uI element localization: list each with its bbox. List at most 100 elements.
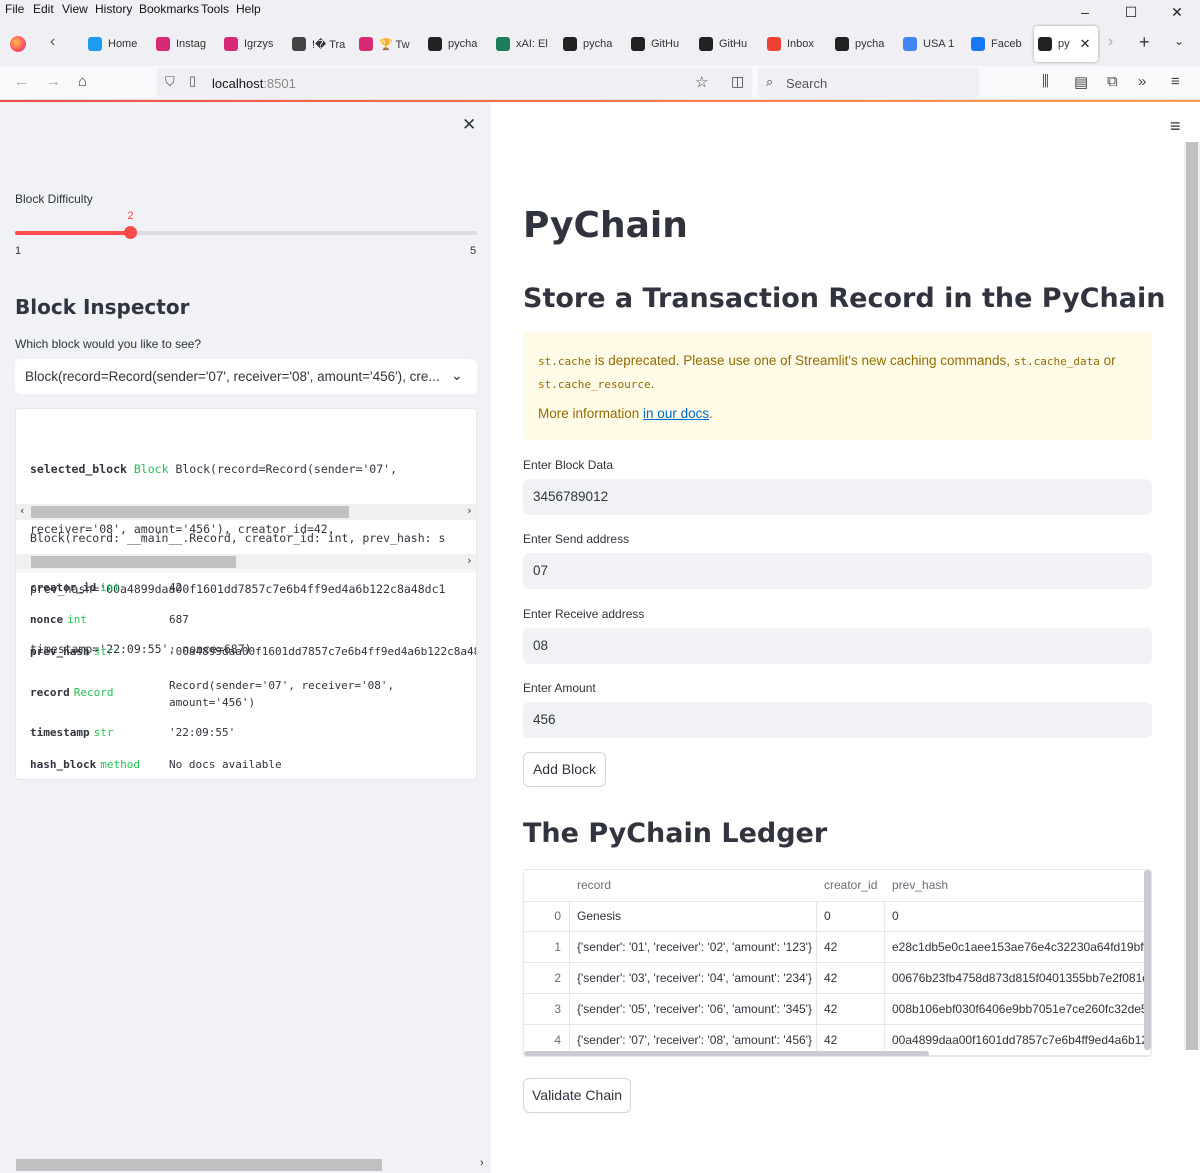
attr-value: No docs available xyxy=(169,758,282,771)
menu-bookmarks[interactable]: Bookmarks xyxy=(139,2,199,16)
tab-label: 🏆 Tw xyxy=(379,38,410,51)
record-cell[interactable]: {'sender': '01', 'receiver': '02', 'amou… xyxy=(569,932,817,963)
firefox-icon[interactable] xyxy=(10,36,26,52)
record-cell[interactable]: {'sender': '03', 'receiver': '04', 'amou… xyxy=(569,963,817,994)
send-address-input[interactable]: 07 xyxy=(523,553,1152,589)
sidebar-scrollbar[interactable]: › xyxy=(0,1157,491,1173)
extensions-icon[interactable]: ⧉ xyxy=(1107,73,1118,90)
menu-tools[interactable]: Tools xyxy=(201,2,229,16)
main-menu-icon[interactable]: ≡ xyxy=(1170,116,1181,137)
browser-tab[interactable]: Inbox xyxy=(763,26,823,62)
creator-id-cell[interactable]: 42 xyxy=(816,932,885,963)
browser-tab[interactable]: xAI: El xyxy=(492,26,552,62)
scroll-right-icon[interactable]: › xyxy=(480,1157,484,1169)
sidebar-scrollbar-thumb[interactable] xyxy=(16,1159,382,1171)
pocket-icon[interactable]: ◫ xyxy=(731,73,744,90)
add-block-button[interactable]: Add Block xyxy=(523,752,606,787)
record-cell[interactable]: {'sender': '05', 'receiver': '06', 'amou… xyxy=(569,994,817,1025)
record-cell[interactable]: Genesis xyxy=(569,901,817,932)
search-bar[interactable]: ⌕ Search xyxy=(758,68,979,98)
browser-tab[interactable]: USA 1 xyxy=(899,26,959,62)
browser-tab[interactable]: py ✕ xyxy=(1034,26,1098,62)
receive-address-input[interactable]: 08 xyxy=(523,628,1152,664)
browser-tab[interactable]: pycha xyxy=(831,26,891,62)
bookmark-star-icon[interactable]: ☆ xyxy=(695,73,708,91)
repr-scrollbar-thumb[interactable] xyxy=(31,506,349,518)
page-subtitle: Store a Transaction Record in the PyChai… xyxy=(523,283,1166,314)
browser-tab[interactable]: Faceb xyxy=(967,26,1027,62)
library-icon[interactable]: ⫼ xyxy=(1042,73,1049,90)
browser-tab[interactable]: Instag xyxy=(152,26,212,62)
tabs-scroll-right-icon[interactable]: › xyxy=(1108,33,1113,51)
browser-tab[interactable]: GitHu xyxy=(627,26,687,62)
url-bar[interactable]: ⛉ ▯ localhost:8501 ☆ xyxy=(157,68,752,98)
tab-label: GitHu xyxy=(651,38,680,50)
browser-tab[interactable]: pycha xyxy=(559,26,619,62)
attr-name: timestamp str xyxy=(30,726,113,739)
forward-icon[interactable]: → xyxy=(46,73,61,90)
browser-tab[interactable]: Home xyxy=(84,26,144,62)
ledger-table[interactable]: record creator_id prev_hash 0 Genesis 0 … xyxy=(523,869,1152,1057)
column-header[interactable]: record xyxy=(569,870,817,902)
docs-link[interactable]: in our docs xyxy=(643,406,709,421)
new-tab-icon[interactable]: + xyxy=(1139,32,1150,53)
menu-view[interactable]: View xyxy=(62,2,88,16)
prev-hash-cell[interactable]: 00676b23fb4758d873d815f0401355bb7e2f081d… xyxy=(884,963,1151,994)
more-tools-icon[interactable]: » xyxy=(1138,73,1146,90)
browser-tab[interactable]: pycha xyxy=(424,26,484,62)
ledger-vscrollbar[interactable] xyxy=(1144,870,1151,1050)
signature-scrollbar-thumb[interactable] xyxy=(31,556,236,568)
tab-favicon-icon xyxy=(428,37,442,51)
browser-tab[interactable]: Igrzys xyxy=(220,26,280,62)
attr-name: record Record xyxy=(30,686,114,699)
menu-history[interactable]: History xyxy=(95,2,132,16)
close-sidebar-icon[interactable]: ✕ xyxy=(462,115,476,135)
creator-id-cell[interactable]: 42 xyxy=(816,994,885,1025)
main-scrollbar-thumb[interactable] xyxy=(1186,142,1198,1050)
back-icon[interactable]: ← xyxy=(14,73,29,90)
prev-hash-cell[interactable]: e28c1db5e0c1aee153ae76e4c32230a64fd19bff… xyxy=(884,932,1151,963)
scroll-right-icon[interactable]: › xyxy=(466,504,473,517)
repr-scrollbar[interactable]: ‹ › xyxy=(16,504,476,520)
browser-tab[interactable]: !� Tra xyxy=(288,26,348,62)
home-icon[interactable]: ⌂ xyxy=(78,73,87,90)
prev-hash-cell[interactable]: 0 xyxy=(884,901,1151,932)
attr-name-text: hash_block xyxy=(30,758,97,771)
list-all-tabs-icon[interactable]: ⌄ xyxy=(1174,34,1184,48)
app-menu-icon[interactable]: ≡ xyxy=(1171,73,1180,90)
close-tab-icon[interactable]: ✕ xyxy=(1080,36,1091,52)
creator-id-cell[interactable]: 0 xyxy=(816,901,885,932)
creator-id-cell[interactable]: 42 xyxy=(816,963,885,994)
browser-tab[interactable]: GitHu xyxy=(695,26,755,62)
menu-file[interactable]: File xyxy=(5,2,24,16)
ledger-hscrollbar[interactable] xyxy=(524,1051,929,1056)
validate-chain-button[interactable]: Validate Chain xyxy=(523,1078,631,1113)
column-header[interactable]: prev_hash xyxy=(884,870,1151,902)
tabs-scroll-left-icon[interactable]: ‹ xyxy=(50,33,55,51)
block-data-input[interactable]: 3456789012 xyxy=(523,479,1152,515)
block-select[interactable]: Block(record=Record(sender='07', receive… xyxy=(15,359,477,394)
amount-input[interactable]: 456 xyxy=(523,702,1152,738)
page-info-icon[interactable]: ▯ xyxy=(189,73,196,89)
menu-edit[interactable]: Edit xyxy=(33,2,54,16)
tab-label: Home xyxy=(108,38,138,50)
block-select-value: Block(record=Record(sender='07', receive… xyxy=(25,369,440,384)
tab-bar: ‹ Home Instag Igrzys !� Tra 🏆 Tw pycha xAI: El… xyxy=(0,20,1200,66)
tab-label: xAI: El xyxy=(516,38,548,50)
sidebar-toggle-icon[interactable]: ▤ xyxy=(1074,73,1088,91)
browser-tab[interactable]: 🏆 Tw xyxy=(355,26,415,62)
main-scrollbar[interactable] xyxy=(1184,142,1200,1050)
tab-label: pycha xyxy=(448,38,478,50)
signature-scrollbar[interactable]: › xyxy=(16,554,476,570)
menu-help[interactable]: Help xyxy=(236,2,261,16)
attr-name-text: nonce xyxy=(30,613,64,626)
inspect-signature: Block(record: __main__.Record, creator_i… xyxy=(30,531,446,545)
scroll-left-icon[interactable]: ‹ xyxy=(19,504,26,517)
slider-min: 1 xyxy=(15,245,22,257)
slider-thumb[interactable] xyxy=(124,226,137,239)
scroll-right-icon[interactable]: › xyxy=(466,554,473,567)
shield-icon[interactable]: ⛉ xyxy=(165,74,175,90)
prev-hash-cell[interactable]: 008b106ebf030f6406e9bb7051e7ce260fc32de5… xyxy=(884,994,1151,1025)
column-header[interactable]: creator_id xyxy=(816,870,885,902)
warning-code: st.cache xyxy=(538,355,591,368)
